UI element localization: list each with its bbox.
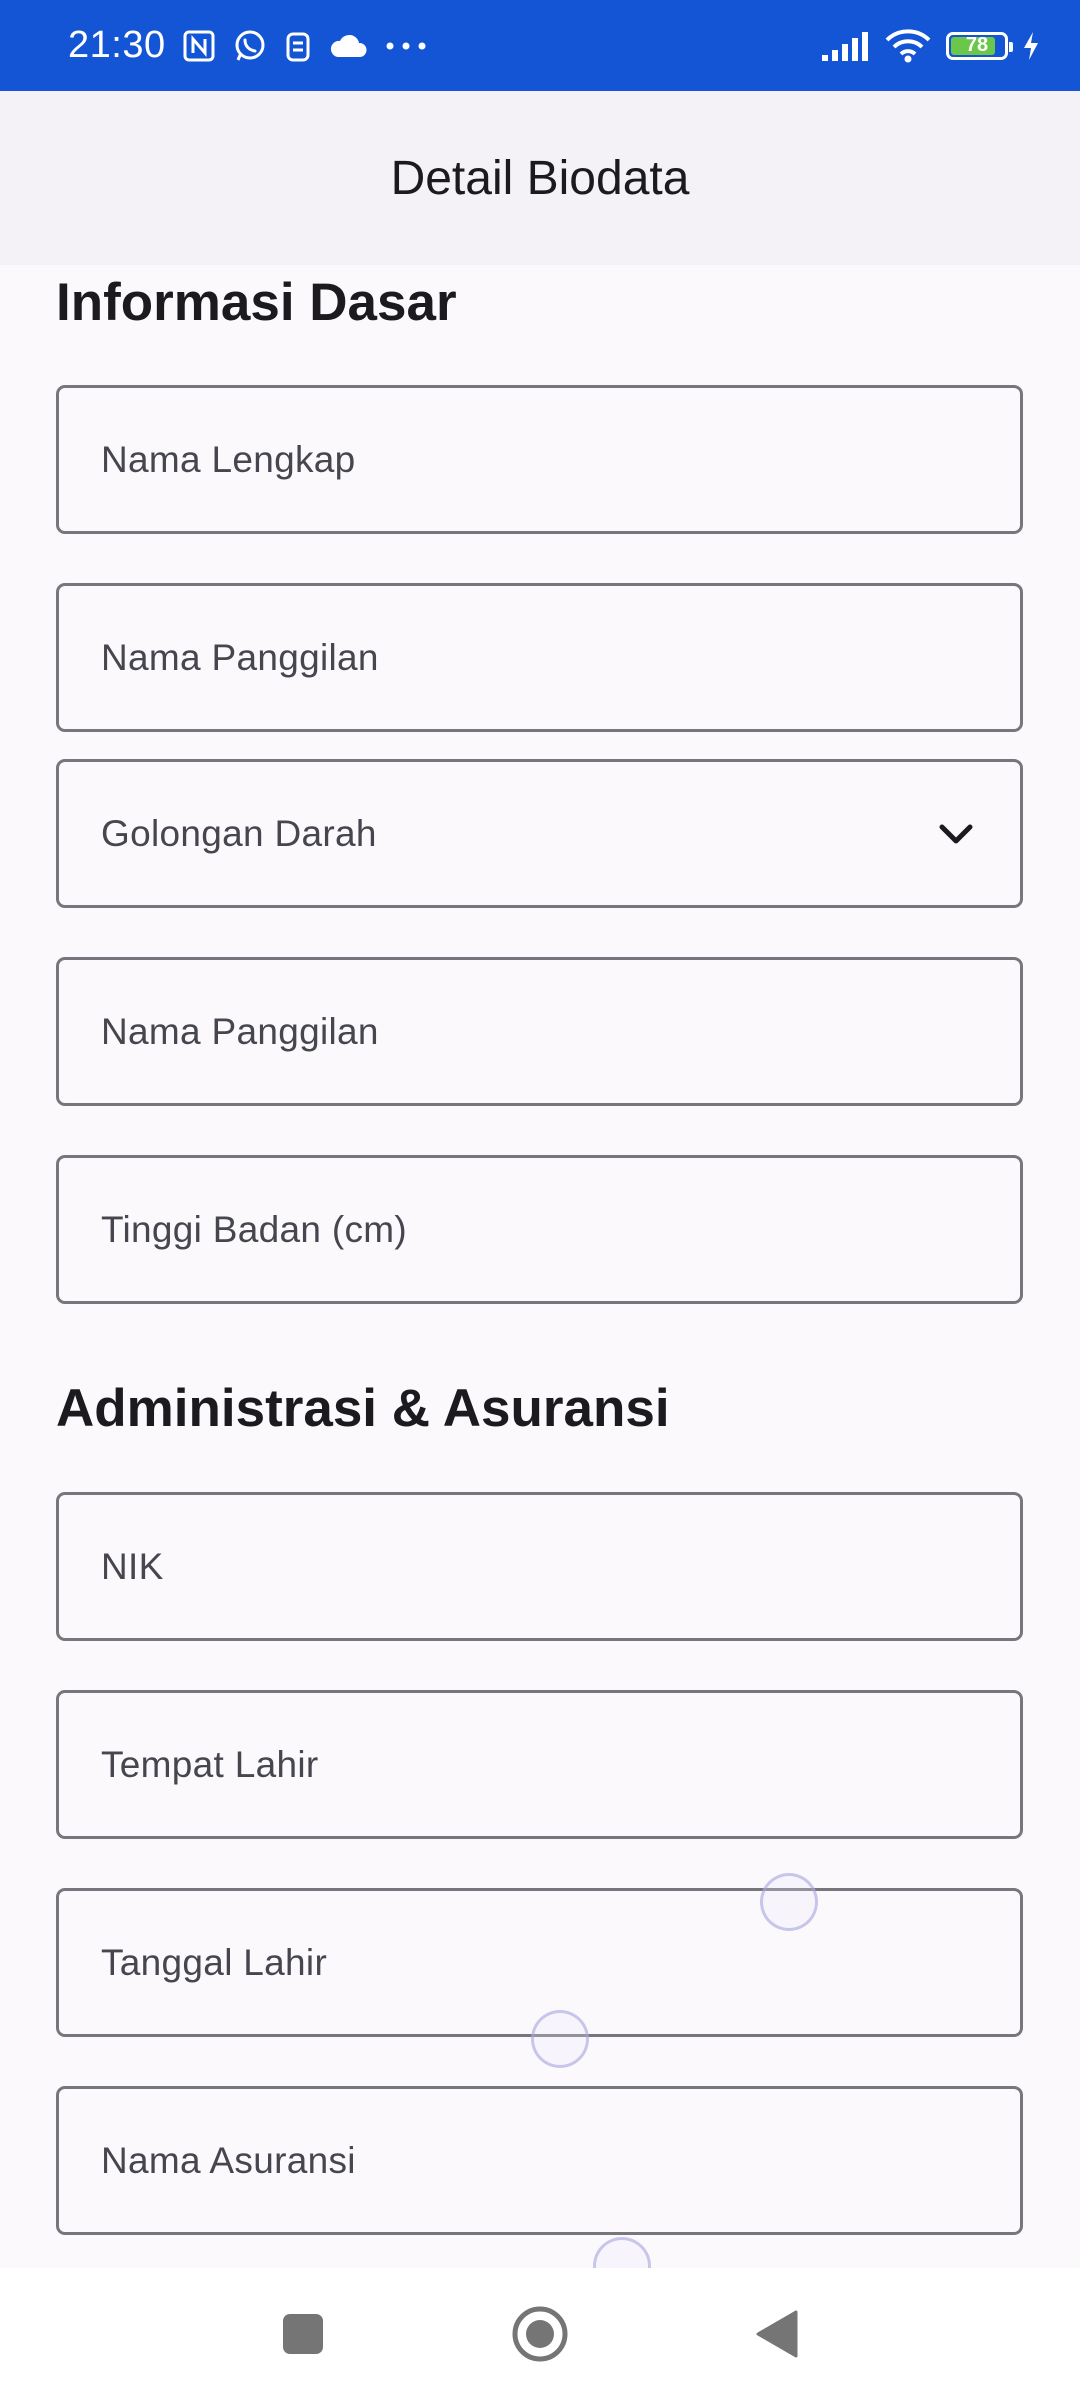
nickname-label-2: Nama Panggilan [101,1010,379,1052]
height-label: Tinggi Badan (cm) [101,1208,408,1250]
page-title: Detail Biodata [390,151,690,205]
blood-type-label: Golongan Darah [101,812,377,854]
navigation-bar [0,2268,1080,2400]
more-dots-icon [384,40,428,52]
insurance-name-field[interactable]: Nama Asuransi [56,2086,1023,2235]
chevron-down-icon[interactable] [936,814,976,854]
nickname-field[interactable]: Nama Panggilan [56,583,1023,732]
birth-date-label: Tanggal Lahir [101,1941,328,1983]
section-title-administration: Administrasi & Asuransi [56,1379,670,1438]
status-right: 78 [820,0,1040,91]
wifi-icon [884,28,932,64]
status-left: 21:30 [68,0,428,91]
section-title-basic-info: Informasi Dasar [56,273,457,332]
nik-field[interactable]: NIK [56,1492,1023,1641]
nickname-label: Nama Panggilan [101,636,379,678]
birth-place-field[interactable]: Tempat Lahir [56,1690,1023,1839]
battery-level: 78 [965,34,989,56]
recents-button[interactable] [282,2313,324,2355]
status-bar: 21:30 78 [0,0,1080,91]
status-time: 21:30 [68,24,166,66]
battery-icon: 78 [946,31,1013,60]
home-button[interactable] [511,2305,569,2363]
clipboard-icon [284,29,312,63]
nfc-icon [182,29,216,63]
touch-indicator [760,1873,818,1931]
nik-label: NIK [101,1545,164,1587]
blood-type-dropdown[interactable]: Golongan Darah [56,759,1023,908]
app-bar: Detail Biodata [0,91,1080,265]
birth-place-label: Tempat Lahir [101,1743,319,1785]
full-name-label: Nama Lengkap [101,438,356,480]
full-name-field[interactable]: Nama Lengkap [56,385,1023,534]
cloud-icon [328,31,368,61]
touch-indicator [531,2010,589,2068]
signal-icon [820,29,870,63]
back-button[interactable] [754,2309,800,2359]
nickname-field-2[interactable]: Nama Panggilan [56,957,1023,1106]
height-field[interactable]: Tinggi Badan (cm) [56,1155,1023,1304]
charging-icon [1022,31,1040,61]
birth-date-field[interactable]: Tanggal Lahir [56,1888,1023,2037]
insurance-name-label: Nama Asuransi [101,2139,356,2181]
whatsapp-icon [232,28,268,64]
